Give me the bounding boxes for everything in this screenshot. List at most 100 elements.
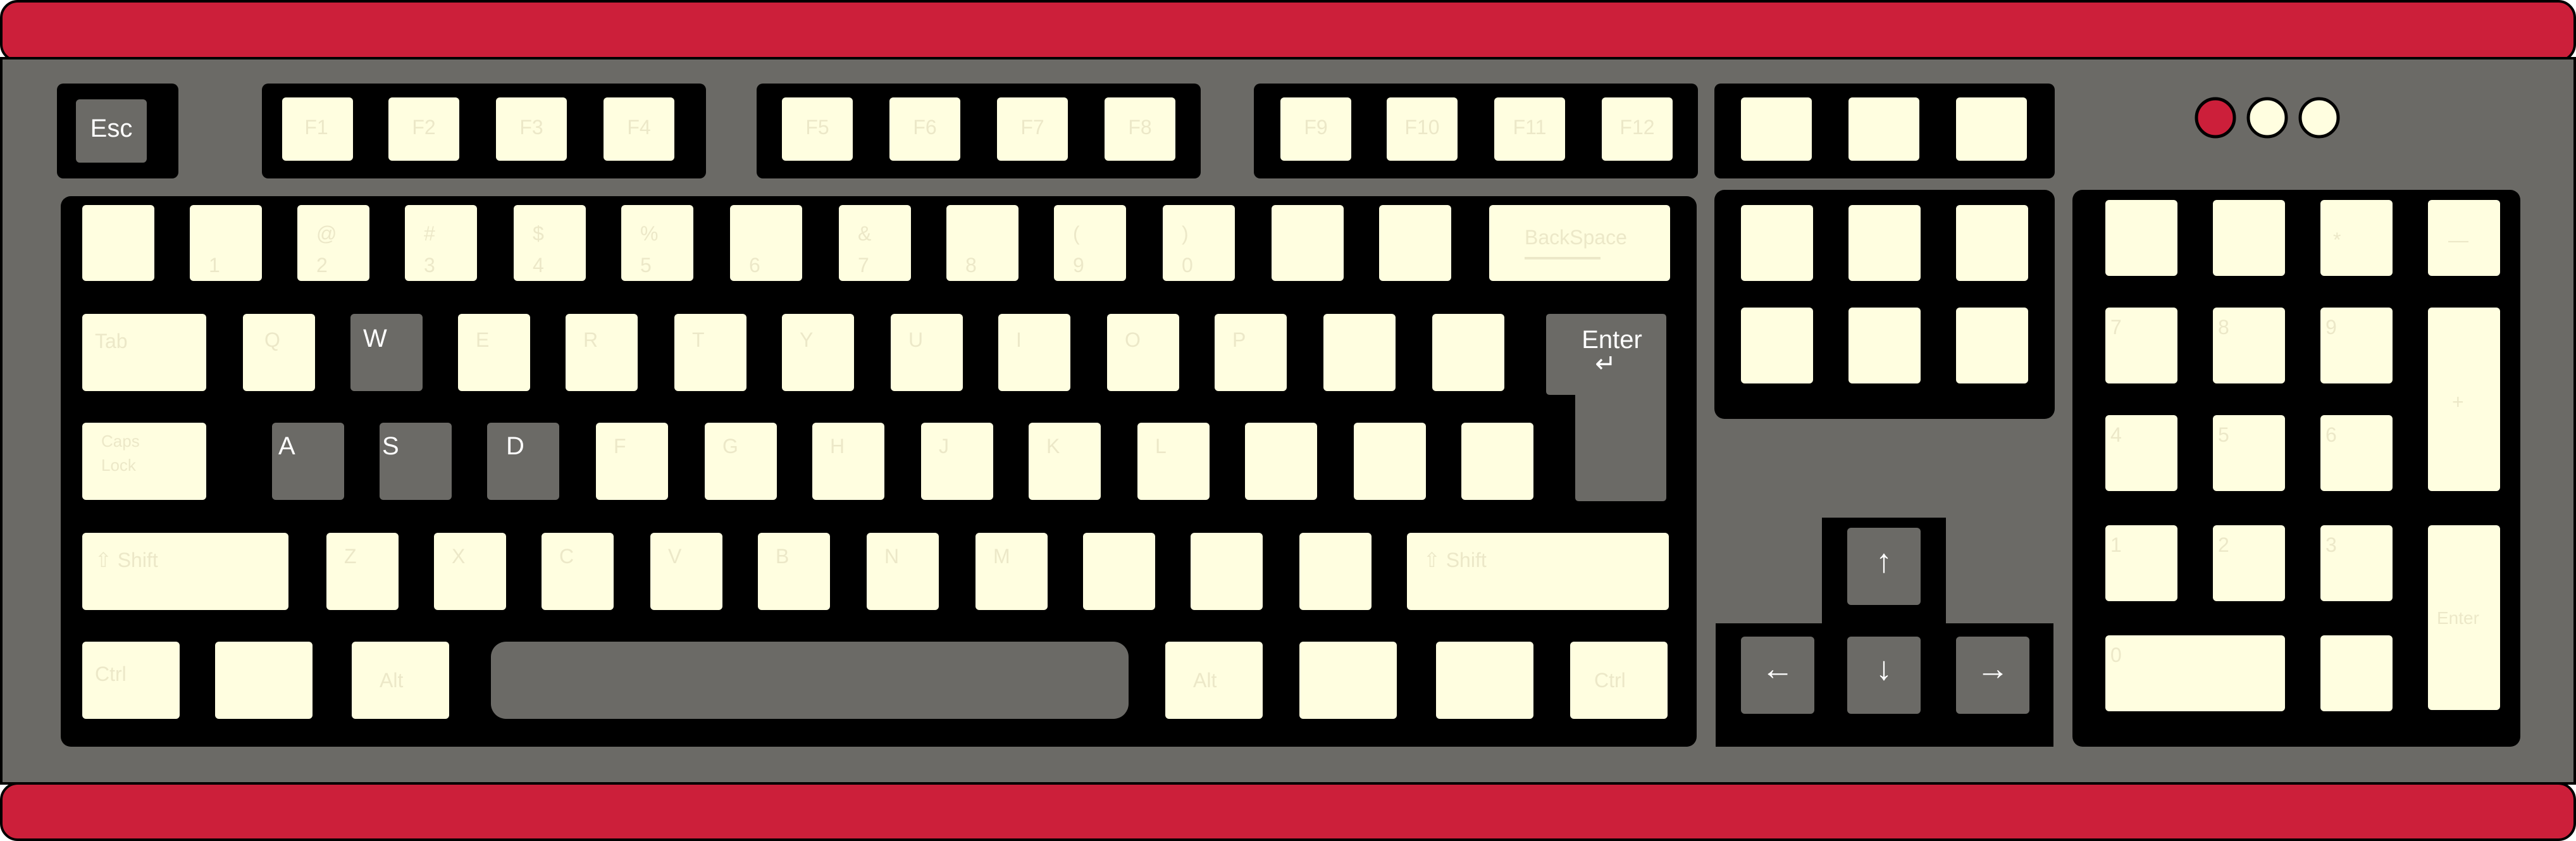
key-f6[interactable]: F6 [889, 97, 960, 161]
key-esc[interactable]: Esc [76, 99, 147, 163]
key-num-3[interactable]: 3 [2320, 525, 2393, 601]
key-comma[interactable] [1083, 533, 1155, 610]
key-b[interactable]: B [758, 533, 830, 610]
key-minus[interactable] [1272, 205, 1344, 281]
key-c[interactable]: C [542, 533, 614, 610]
key-period[interactable] [1191, 533, 1263, 610]
key-insert[interactable] [1741, 205, 1813, 281]
key-backslash[interactable] [1461, 423, 1533, 500]
key-y[interactable]: Y [782, 314, 854, 391]
key-8[interactable]: 8 [946, 205, 1019, 281]
key-left-bracket[interactable] [1323, 314, 1396, 391]
key-end[interactable] [1848, 308, 1921, 383]
key-f2[interactable]: F2 [388, 97, 459, 161]
key-ctrl-right[interactable]: Ctrl [1570, 642, 1668, 719]
key-arrow-left[interactable]: ← [1741, 637, 1814, 714]
key-v[interactable]: V [650, 533, 722, 610]
key-fn-right[interactable] [1299, 642, 1397, 719]
key-space[interactable] [491, 642, 1129, 719]
key-alt-right[interactable]: Alt [1165, 642, 1263, 719]
key-q[interactable]: Q [243, 314, 315, 391]
key-5[interactable]: %5 [621, 205, 693, 281]
key-r[interactable]: R [566, 314, 638, 391]
key-num-multiply[interactable]: * [2320, 200, 2393, 276]
key-p[interactable]: P [1215, 314, 1287, 391]
key-delete[interactable] [1741, 308, 1813, 383]
key-m[interactable]: M [975, 533, 1048, 610]
key-home[interactable] [1848, 205, 1921, 281]
key-f11[interactable]: F11 [1494, 97, 1565, 161]
key-arrow-right[interactable]: → [1956, 637, 2029, 714]
key-i[interactable]: I [998, 314, 1070, 391]
key-4[interactable]: $4 [514, 205, 586, 281]
key-0[interactable]: )0 [1163, 205, 1235, 281]
key-backspace[interactable]: BackSpace [1489, 205, 1670, 281]
key-num-8[interactable]: 8 [2213, 308, 2285, 383]
key-x[interactable]: X [434, 533, 506, 610]
key-arrow-down[interactable]: ↓ [1847, 637, 1921, 714]
key-k[interactable]: K [1029, 423, 1101, 500]
key-shift-left[interactable]: ⇧ Shift [82, 533, 288, 610]
key-o[interactable]: O [1107, 314, 1179, 391]
key-num-5[interactable]: 5 [2213, 415, 2285, 491]
key-quote[interactable] [1354, 423, 1426, 500]
key-9[interactable]: (9 [1054, 205, 1126, 281]
key-f8[interactable]: F8 [1105, 97, 1175, 161]
key-l[interactable]: L [1137, 423, 1210, 500]
key-a[interactable]: A [272, 423, 344, 500]
key-shift-right[interactable]: ⇧ Shift [1407, 533, 1669, 610]
key-num-decimal[interactable] [2320, 635, 2393, 711]
key-caps-lock[interactable]: Caps Lock [82, 423, 206, 500]
key-f12[interactable]: F12 [1602, 97, 1673, 161]
key-tab[interactable]: Tab [82, 314, 206, 391]
key-e[interactable]: E [458, 314, 530, 391]
key-6[interactable]: 6 [730, 205, 802, 281]
key-f1[interactable]: F1 [282, 97, 353, 161]
key-f4[interactable]: F4 [604, 97, 674, 161]
key-slash[interactable] [1299, 533, 1372, 610]
key-alt-left[interactable]: Alt [352, 642, 449, 719]
key-pause[interactable] [1956, 97, 2027, 161]
key-w[interactable]: W [350, 314, 423, 391]
key-f7[interactable]: F7 [997, 97, 1068, 161]
key-num-9[interactable]: 9 [2320, 308, 2393, 383]
key-num-plus[interactable]: + [2428, 308, 2500, 491]
key-d[interactable]: D [487, 423, 559, 500]
key-backtick[interactable] [82, 205, 154, 281]
key-j[interactable]: J [921, 423, 993, 500]
key-2[interactable]: @2 [297, 205, 369, 281]
key-num-lock[interactable] [2105, 200, 2177, 276]
key-num-2[interactable]: 2 [2213, 525, 2285, 601]
key-page-up[interactable] [1956, 205, 2028, 281]
key-f3[interactable]: F3 [496, 97, 567, 161]
key-num-4[interactable]: 4 [2105, 415, 2177, 491]
key-n[interactable]: N [867, 533, 939, 610]
key-f[interactable]: F [596, 423, 668, 500]
key-f10[interactable]: F10 [1387, 97, 1458, 161]
key-num-0[interactable]: 0 [2105, 635, 2285, 711]
key-arrow-up[interactable]: ↑ [1847, 528, 1921, 605]
key-page-down[interactable] [1956, 308, 2028, 383]
key-g[interactable]: G [705, 423, 777, 500]
key-num-minus[interactable]: — [2428, 200, 2500, 276]
key-num-1[interactable]: 1 [2105, 525, 2177, 601]
key-3[interactable]: #3 [405, 205, 477, 281]
key-windows-left[interactable] [215, 642, 313, 719]
key-print-screen[interactable] [1741, 97, 1812, 161]
key-t[interactable]: T [674, 314, 746, 391]
key-7[interactable]: &7 [839, 205, 911, 281]
key-equals[interactable] [1379, 205, 1451, 281]
key-semicolon[interactable] [1245, 423, 1317, 500]
key-scroll-lock[interactable] [1848, 97, 1919, 161]
key-ctrl-left[interactable]: Ctrl [82, 642, 180, 719]
key-num-enter[interactable]: Enter [2428, 525, 2500, 710]
key-num-divide[interactable] [2213, 200, 2285, 276]
key-num-7[interactable]: 7 [2105, 308, 2177, 383]
key-z[interactable]: Z [326, 533, 399, 610]
key-u[interactable]: U [891, 314, 963, 391]
key-num-6[interactable]: 6 [2320, 415, 2393, 491]
key-right-bracket[interactable] [1432, 314, 1504, 391]
key-s[interactable]: S [380, 423, 452, 500]
key-f5[interactable]: F5 [782, 97, 853, 161]
key-menu-right[interactable] [1436, 642, 1533, 719]
